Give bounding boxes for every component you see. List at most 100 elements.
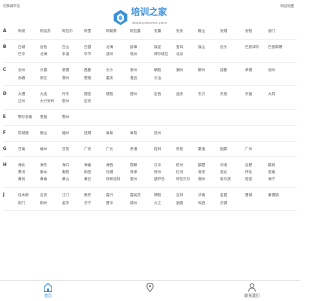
city-link[interactable]: 福州 (62, 131, 69, 136)
city-link[interactable]: 果洛 (198, 147, 205, 152)
site-logo[interactable]: 培训之家 www.pxhome.com (112, 8, 192, 28)
city-link[interactable]: 金昌 (220, 193, 227, 198)
bottom-nav-item[interactable]: 首页 (28, 281, 68, 301)
city-link[interactable]: 桂林 (154, 147, 161, 152)
city-link[interactable]: 鹤岗 (268, 163, 275, 168)
city-link[interactable]: 甘孜 (62, 147, 69, 152)
city-link[interactable]: 北京 (176, 52, 183, 57)
city-link[interactable]: 重庆 (106, 76, 113, 81)
city-link[interactable]: 德阳 (106, 92, 113, 97)
city-link[interactable]: 长治 (154, 76, 161, 81)
city-link[interactable]: 焦作 (84, 193, 91, 198)
city-link[interactable]: 鞍山 (198, 29, 205, 34)
city-link[interactable]: 常德 (62, 68, 69, 73)
city-link[interactable]: 荆门 (18, 201, 25, 206)
city-link[interactable]: 保定 (154, 45, 161, 50)
city-link[interactable]: 达州 (18, 99, 25, 104)
city-link[interactable]: 保山 (198, 45, 205, 50)
city-link[interactable]: 蚌埠 (130, 45, 137, 50)
city-link[interactable]: 邯郸 (130, 163, 137, 168)
city-link[interactable]: 巴音郭楞 (268, 45, 282, 50)
city-link[interactable]: 大兴安岭 (40, 99, 54, 104)
city-link[interactable]: 红河 (176, 170, 183, 175)
city-link[interactable]: 大连 (40, 92, 47, 97)
city-link[interactable]: 海宁 (268, 177, 275, 182)
city-link[interactable]: 抚顺 (84, 131, 91, 136)
city-link[interactable]: 包头 (220, 45, 227, 50)
city-link[interactable]: 定西 (154, 92, 161, 97)
city-link[interactable]: 博尔塔拉 (154, 52, 168, 57)
city-link[interactable]: 长春 (40, 68, 47, 73)
city-link[interactable]: 贺州 (154, 170, 161, 175)
city-link[interactable]: 汉中 (154, 163, 161, 168)
city-link[interactable]: 河源 (106, 170, 113, 175)
city-link[interactable]: 儋州 (62, 99, 69, 104)
city-link[interactable]: 巴彦淖尔 (245, 45, 259, 50)
city-link[interactable]: 呼伦贝尔 (176, 177, 190, 182)
city-link[interactable]: 阜阳 (130, 131, 137, 136)
site-map-link[interactable]: 网站地图 (280, 3, 294, 8)
city-link[interactable]: 金华 (62, 201, 69, 206)
city-link[interactable]: 防城港 (18, 131, 29, 136)
city-link[interactable]: 白山 (62, 45, 69, 50)
city-link[interactable]: 长沙 (106, 68, 113, 73)
city-link[interactable]: 淮北 (220, 170, 227, 175)
city-link[interactable]: 黄石 (84, 177, 91, 182)
city-link[interactable]: 锦州 (130, 201, 137, 206)
city-link[interactable]: 阿克苏 (40, 29, 51, 34)
city-link[interactable]: 滁州 (62, 76, 69, 81)
city-link[interactable]: 嘉峪关 (130, 193, 141, 198)
city-link[interactable]: 安康 (154, 29, 161, 34)
city-link[interactable]: 九江 (154, 201, 161, 206)
city-link[interactable]: 吉林 (176, 193, 183, 198)
city-link[interactable]: 承德 (245, 68, 252, 73)
city-link[interactable]: 嘉兴 (106, 193, 113, 198)
city-link[interactable]: 阿拉尔 (62, 29, 73, 34)
bottom-nav-item[interactable] (130, 281, 170, 301)
city-link[interactable]: 海东 (40, 163, 47, 168)
city-link[interactable]: 贵阳 (176, 147, 183, 152)
city-link[interactable]: 黄冈 (18, 177, 25, 182)
city-link[interactable]: 毕节 (84, 52, 91, 57)
city-link[interactable]: 鹤壁 (198, 163, 205, 168)
city-link[interactable]: 和田 (84, 170, 91, 175)
city-link[interactable]: 宝鸡 (176, 45, 183, 50)
city-link[interactable]: 大理 (18, 92, 25, 97)
city-link[interactable]: 楚雄 (84, 76, 91, 81)
city-link[interactable]: 哈密 (245, 177, 252, 182)
switch-city-link[interactable]: 切换城市站 (3, 3, 20, 8)
city-link[interactable]: 广元 (106, 147, 113, 152)
city-link[interactable]: 江门 (62, 193, 69, 198)
city-link[interactable]: 丹东 (62, 92, 69, 97)
city-link[interactable]: 潮州 (176, 68, 183, 73)
city-link[interactable]: 迪庆 (176, 92, 183, 97)
city-link[interactable]: 阿勒泰 (106, 29, 117, 34)
city-link[interactable]: 景德镇 (268, 193, 279, 198)
city-link[interactable]: 济宁 (84, 201, 91, 206)
city-link[interactable]: 澳门 (268, 29, 275, 34)
city-link[interactable]: 济源 (220, 201, 227, 206)
city-link[interactable]: 郴州 (198, 68, 205, 73)
city-link[interactable]: 海口 (62, 163, 69, 168)
city-link[interactable]: 鄂尔多斯 (18, 115, 32, 120)
city-link[interactable]: 大同 (268, 92, 275, 97)
city-link[interactable]: 黄山 (62, 177, 69, 182)
city-link[interactable]: 东营 (245, 92, 252, 97)
city-link[interactable]: 东莞 (220, 92, 227, 97)
city-link[interactable]: 北海 (40, 52, 47, 57)
city-link[interactable]: 沧州 (18, 68, 25, 73)
city-link[interactable]: 德宏 (84, 92, 91, 97)
city-link[interactable]: 广安 (84, 147, 91, 152)
city-link[interactable]: 澄迈 (130, 76, 137, 81)
city-link[interactable]: 白城 (18, 45, 25, 50)
city-link[interactable]: 吉安 (40, 193, 47, 198)
city-link[interactable]: 朝阳 (154, 68, 161, 73)
city-link[interactable]: 固原 (220, 147, 227, 152)
city-link[interactable]: 佛山 (40, 131, 47, 136)
city-link[interactable]: 阿里 (84, 29, 91, 34)
city-link[interactable]: 安庆 (176, 29, 183, 34)
city-link[interactable]: 北海 (106, 45, 113, 50)
city-link[interactable]: 酒泉 (176, 201, 183, 206)
city-link[interactable]: 恩施 (40, 115, 47, 120)
city-link[interactable]: 杭州 (176, 163, 183, 168)
